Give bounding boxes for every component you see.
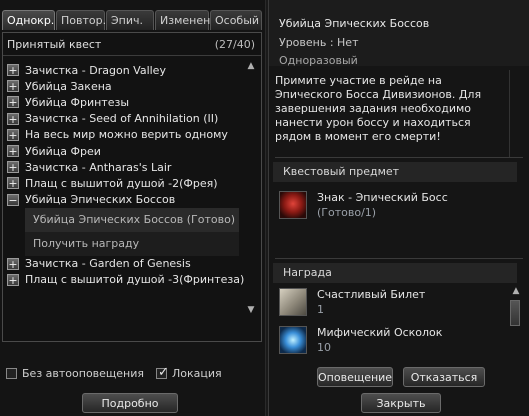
- list-item[interactable]: + На весь мир можно верить одному: [7, 127, 239, 143]
- quest-name: Зачистка - Antharas's Lair: [25, 160, 172, 174]
- list-item[interactable]: + Плащ с вышитой душой -2(Фрея): [7, 175, 239, 191]
- reward-name: Мифический Осколок: [317, 326, 443, 339]
- list-item[interactable]: + Убийца Фринтезы: [7, 94, 239, 110]
- collapse-icon[interactable]: −: [7, 193, 19, 206]
- checkbox-box[interactable]: ✓: [156, 365, 169, 380]
- no-alert-checkbox[interactable]: Без автооповещения: [6, 367, 144, 380]
- expand-icon[interactable]: +: [7, 128, 19, 141]
- location-checkbox[interactable]: ✓ Локация: [156, 365, 222, 380]
- expand-icon[interactable]: +: [7, 64, 19, 77]
- scroll-up-arrow-icon[interactable]: ▲: [244, 61, 258, 71]
- tab-changed[interactable]: Изменен.: [155, 10, 214, 30]
- location-label: Локация: [172, 367, 222, 380]
- divider: [275, 258, 523, 259]
- quest-item[interactable]: Знак - Эпический Босс (Готово/1): [279, 186, 507, 224]
- expand-icon[interactable]: +: [7, 273, 19, 286]
- reward-scrollbar-thumb[interactable]: [510, 300, 520, 326]
- quest-name: Убийца Закена: [25, 79, 112, 93]
- epic-boss-badge-icon: [279, 191, 307, 219]
- reward-item[interactable]: Счастливый Билет 1: [279, 283, 507, 321]
- list-item[interactable]: + Зачистка - Dragon Valley: [7, 62, 239, 78]
- quest-title: Убийца Эпических Боссов: [279, 17, 430, 30]
- list-header: Принятый квест (27/40): [7, 38, 255, 52]
- quest-name: Убийца Фринтезы: [25, 95, 130, 109]
- quest-name: Убийца Фреи: [25, 144, 101, 158]
- quest-detail-panel: Убийца Эпических Боссов Уровень : Нет Од…: [268, 0, 529, 416]
- quest-step-item[interactable]: Убийца Эпических Боссов (Готово): [25, 207, 239, 232]
- list-title: Принятый квест: [7, 38, 102, 51]
- reward-name: Счастливый Билет: [317, 288, 426, 301]
- expand-icon[interactable]: +: [7, 161, 19, 174]
- quest-type: Одноразовый: [279, 54, 358, 67]
- details-button[interactable]: Подробно: [82, 393, 178, 413]
- expand-icon[interactable]: +: [7, 257, 19, 270]
- quest-level: Уровень : Нет: [279, 36, 359, 49]
- list-item[interactable]: + Зачистка - Garden of Genesis: [7, 256, 239, 272]
- reward-item[interactable]: Мифический Осколок 10: [279, 321, 507, 359]
- expand-icon[interactable]: +: [7, 177, 19, 190]
- no-alert-label: Без автооповещения: [22, 367, 145, 380]
- quest-tabs: Однокр. Повтор. Эпич. Изменен. Особый: [2, 10, 262, 32]
- quest-count: (27/40): [214, 38, 255, 51]
- expand-icon[interactable]: +: [7, 80, 19, 93]
- close-button[interactable]: Закрыть: [361, 393, 441, 413]
- list-item[interactable]: + Убийца Фреи: [7, 143, 239, 159]
- quest-rows: + Зачистка - Dragon Valley + Убийца Закена…: [7, 62, 244, 288]
- tab-epic[interactable]: Эпич.: [106, 10, 154, 30]
- scroll-down-arrow-icon[interactable]: ▼: [244, 305, 258, 315]
- description-scrollbar[interactable]: [509, 70, 520, 158]
- quest-name: Плащ с вышитой душой -3(Фринтеза): [25, 273, 245, 287]
- quest-name: Зачистка - Garden of Genesis: [25, 257, 191, 271]
- scroll-up-arrow-icon[interactable]: ▲: [509, 286, 523, 296]
- divider: [275, 157, 523, 158]
- list-item[interactable]: + Зачистка - Antharas's Lair: [7, 159, 239, 175]
- quest-item-header: Квестовый предмет: [273, 162, 517, 182]
- quest-step-item[interactable]: Получить награду: [25, 231, 239, 256]
- quest-name: На весь мир можно верить одному: [25, 128, 228, 142]
- quest-description: Примите участие в рейде на Эпического Бо…: [275, 74, 482, 143]
- reward-header: Награда: [273, 263, 517, 283]
- expand-icon[interactable]: +: [7, 96, 19, 109]
- notify-button[interactable]: Оповещение: [317, 367, 393, 387]
- quest-name: Плащ с вышитой душой -2(Фрея): [25, 176, 218, 190]
- checkbox-box[interactable]: [6, 368, 17, 379]
- quest-list-box: Принятый квест (27/40) ▲ ▼ + Зачистка - D…: [2, 32, 262, 342]
- tab-one-time[interactable]: Однокр.: [2, 10, 55, 30]
- list-item[interactable]: + Убийца Закена: [7, 78, 239, 94]
- expand-icon[interactable]: +: [7, 145, 19, 158]
- expand-icon[interactable]: +: [7, 112, 19, 125]
- quest-list-panel: Однокр. Повтор. Эпич. Изменен. Особый Пр…: [0, 0, 266, 416]
- reward-qty: 10: [317, 341, 331, 354]
- tab-special[interactable]: Особый: [210, 10, 262, 30]
- cancel-quest-button[interactable]: Отказаться: [403, 367, 485, 387]
- quest-item-status: (Готово/1): [317, 206, 377, 219]
- quest-item-name: Знак - Эпический Босс: [317, 191, 448, 204]
- tab-repeatable[interactable]: Повтор.: [56, 10, 106, 30]
- reward-qty: 1: [317, 303, 324, 316]
- list-item[interactable]: − Убийца Эпических Боссов: [7, 192, 239, 208]
- quest-name: Зачистка - Dragon Valley: [25, 63, 166, 77]
- quest-name: Убийца Эпических Боссов: [25, 193, 176, 207]
- list-item[interactable]: + Зачистка - Seed of Annihilation (II): [7, 111, 239, 127]
- lucky-ticket-icon: [279, 288, 307, 316]
- quest-header: Убийца Эпических Боссов Уровень : Нет Од…: [269, 0, 529, 67]
- mythic-shard-icon: [279, 326, 307, 354]
- divider: [3, 55, 261, 56]
- list-item[interactable]: + Плащ с вышитой душой -3(Фринтеза): [7, 272, 244, 288]
- checkmark-icon: ✓: [158, 365, 169, 380]
- quest-name: Зачистка - Seed of Annihilation (II): [25, 112, 219, 126]
